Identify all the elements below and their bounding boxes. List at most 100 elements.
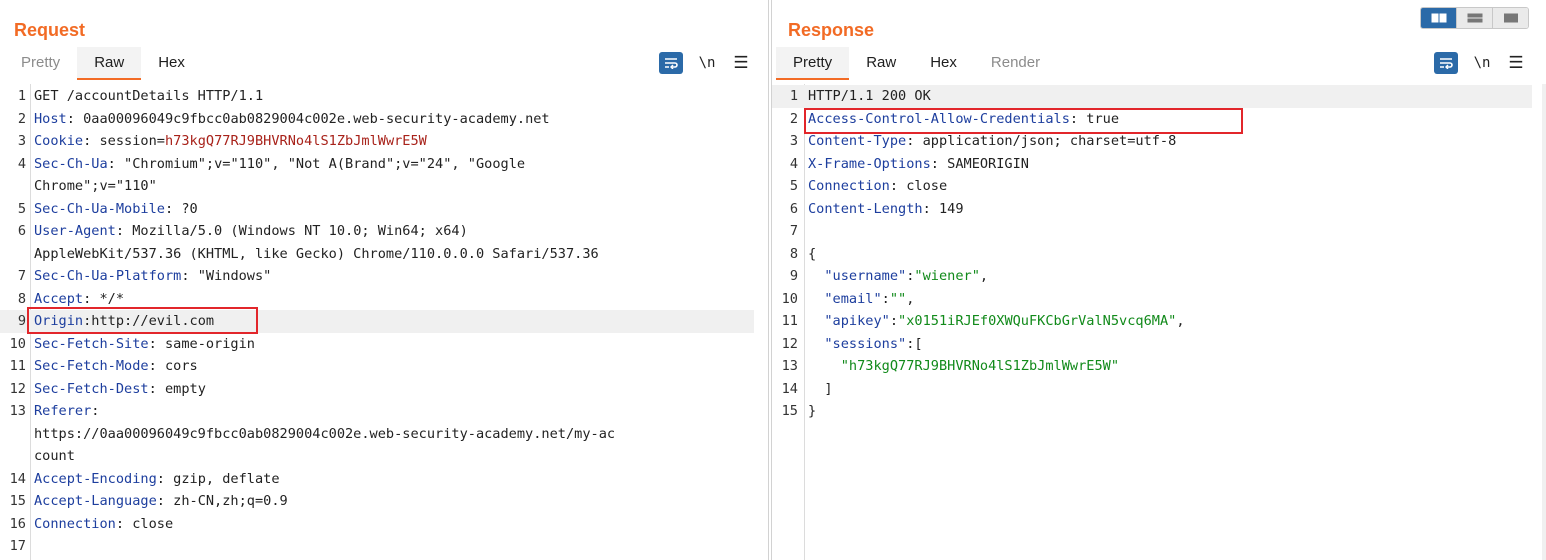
- layout-stacked-icon[interactable]: [1457, 8, 1493, 28]
- header-name: Connection: [808, 178, 890, 194]
- line-text: Sec-Fetch-Site: same-origin: [34, 333, 255, 356]
- layout-switch: [1420, 7, 1529, 29]
- line-number: 17: [9, 538, 26, 554]
- line-text: "sessions":[: [808, 333, 922, 356]
- json-punct: ,: [906, 290, 915, 307]
- wrap-lines-icon[interactable]: [659, 52, 683, 74]
- header-name: Sec-Ch-Ua-Mobile: [34, 200, 165, 217]
- code-line: 7: [772, 220, 1532, 243]
- header-separator: :: [83, 133, 100, 149]
- menu-icon[interactable]: ☰: [731, 53, 751, 73]
- json-key: "username": [824, 268, 907, 284]
- code-line: https://0aa00096049c9fbcc0ab0829004c002e…: [0, 423, 754, 446]
- header-separator: :: [66, 110, 84, 127]
- header-separator: :: [148, 380, 165, 397]
- line-number: 7: [789, 223, 798, 239]
- code-line: 14 Accept-Encoding: gzip, deflate: [0, 468, 754, 491]
- line-text: Connection: close: [34, 513, 173, 536]
- line-text: Content-Type: application/json; charset=…: [808, 130, 1176, 153]
- code-line: 14 ]: [772, 378, 1532, 401]
- code-line: 1 HTTP/1.1 200 OK: [772, 85, 1532, 108]
- code-line: 4 X-Frame-Options: SAMEORIGIN: [772, 153, 1532, 176]
- header-name: Sec-Fetch-Site: [34, 335, 149, 352]
- line-text: Accept: */*: [34, 288, 124, 311]
- header-separator: :: [83, 290, 100, 307]
- code-line: 2 Access-Control-Allow-Credentials: true: [772, 108, 1532, 131]
- header-separator: :: [91, 403, 100, 419]
- header-value: close: [906, 178, 948, 194]
- line-number: 8: [789, 245, 798, 262]
- code-line: 10 "email":"",: [772, 288, 1532, 311]
- line-text: https://0aa00096049c9fbcc0ab0829004c002e…: [34, 423, 615, 446]
- header-separator: :: [115, 223, 133, 239]
- request-editor[interactable]: 1 GET /accountDetails HTTP/1.1 2 Host: 0aa0…: [0, 84, 768, 560]
- header-value: same-origin: [164, 335, 255, 352]
- tab-hex[interactable]: Hex: [913, 47, 974, 80]
- line-text: Sec-Ch-Ua: "Chromium";v="110", "Not A(Br…: [34, 153, 525, 176]
- header-value: AppleWebKit/537.36 (KHTML, like Gecko) C…: [34, 245, 599, 262]
- line-number: 11: [9, 358, 26, 374]
- menu-icon[interactable]: ☰: [1506, 53, 1526, 73]
- response-scrollbar[interactable]: [1542, 84, 1546, 560]
- code-line: 17: [0, 535, 754, 558]
- header-separator: :: [930, 155, 948, 172]
- show-newlines-button[interactable]: \n: [1470, 55, 1494, 71]
- code-line: 1 GET /accountDetails HTTP/1.1: [0, 85, 754, 108]
- header-name: Accept-Language: [34, 493, 157, 509]
- request-pane: Request Pretty Raw Hex \n ☰ 1 GET /accountD…: [0, 0, 769, 560]
- line-number: 1: [789, 88, 798, 104]
- line-text: Referer:: [34, 400, 99, 423]
- header-name: Access-Control-Allow-Credentials: [808, 110, 1070, 127]
- tab-pretty[interactable]: Pretty: [776, 47, 850, 80]
- header-value: empty: [164, 380, 206, 397]
- code-line: 6 User-Agent: Mozilla/5.0 (Windows NT 10.…: [0, 220, 754, 243]
- request-toolbar: \n ☰: [659, 52, 751, 74]
- code-line: 9 "username":"wiener",: [772, 265, 1532, 288]
- tab-render[interactable]: Render: [974, 47, 1057, 80]
- tab-raw[interactable]: Raw: [849, 47, 913, 80]
- line-text: Content-Length: 149: [808, 198, 964, 221]
- response-title: Response: [788, 20, 875, 40]
- request-view-tabs: Pretty Raw Hex: [4, 47, 202, 81]
- header-value: HTTP/1.1 200 OK: [808, 88, 931, 104]
- line-text: Sec-Ch-Ua-Mobile: ?0: [34, 198, 198, 221]
- line-number: 9: [17, 313, 26, 329]
- wrap-lines-icon[interactable]: [1434, 52, 1458, 74]
- response-editor[interactable]: 1 HTTP/1.1 200 OK 2 Access-Control-Allow-Cr…: [772, 84, 1546, 560]
- json-key: "apikey": [824, 313, 890, 329]
- header-value: Chrome";v="110": [34, 178, 157, 194]
- line-text: X-Frame-Options: SAMEORIGIN: [808, 153, 1029, 176]
- response-view-tabs: Pretty Raw Hex Render: [776, 47, 1057, 81]
- code-line: 9 Origin:http://evil.com: [0, 310, 754, 333]
- line-text: GET /accountDetails HTTP/1.1: [34, 85, 263, 108]
- line-number: 6: [17, 223, 26, 239]
- line-text: "email":"",: [808, 288, 914, 311]
- code-line: 4 Sec-Ch-Ua: "Chromium";v="110", "Not A(B…: [0, 153, 754, 176]
- code-line: 2 Host: 0aa00096049c9fbcc0ab0829004c002e.…: [0, 108, 754, 131]
- header-value: http://evil.com: [91, 313, 215, 329]
- layout-tabs-icon[interactable]: [1493, 8, 1528, 28]
- line-text: Sec-Ch-Ua-Platform: "Windows": [34, 265, 271, 288]
- header-value: close: [132, 515, 174, 532]
- code-line: 3 Cookie: session=h73kgQ77RJ9BHVRNo4lS1Zb…: [0, 130, 754, 153]
- line-text: Origin:http://evil.com: [34, 310, 214, 333]
- json-separator: :: [889, 313, 899, 329]
- header-value: cors: [164, 358, 198, 374]
- header-name: Content-Type: [808, 133, 907, 149]
- header-name: Accept-Encoding: [34, 470, 157, 487]
- show-newlines-button[interactable]: \n: [695, 55, 719, 71]
- layout-side-by-side-icon[interactable]: [1421, 8, 1457, 28]
- tab-hex[interactable]: Hex: [141, 47, 202, 80]
- header-value: */*: [99, 290, 125, 307]
- header-value: true: [1086, 110, 1120, 127]
- header-name: User-Agent: [34, 223, 116, 239]
- line-number: 12: [781, 335, 798, 352]
- header-value: count: [34, 448, 75, 464]
- line-number: 2: [17, 110, 26, 127]
- line-text: {: [808, 243, 816, 266]
- header-value: 0aa00096049c9fbcc0ab0829004c002e.web-sec…: [83, 110, 550, 127]
- tab-raw[interactable]: Raw: [77, 47, 142, 80]
- json-key: "sessions": [824, 335, 907, 352]
- tab-pretty[interactable]: Pretty: [4, 47, 77, 80]
- json-key: "email": [824, 290, 882, 307]
